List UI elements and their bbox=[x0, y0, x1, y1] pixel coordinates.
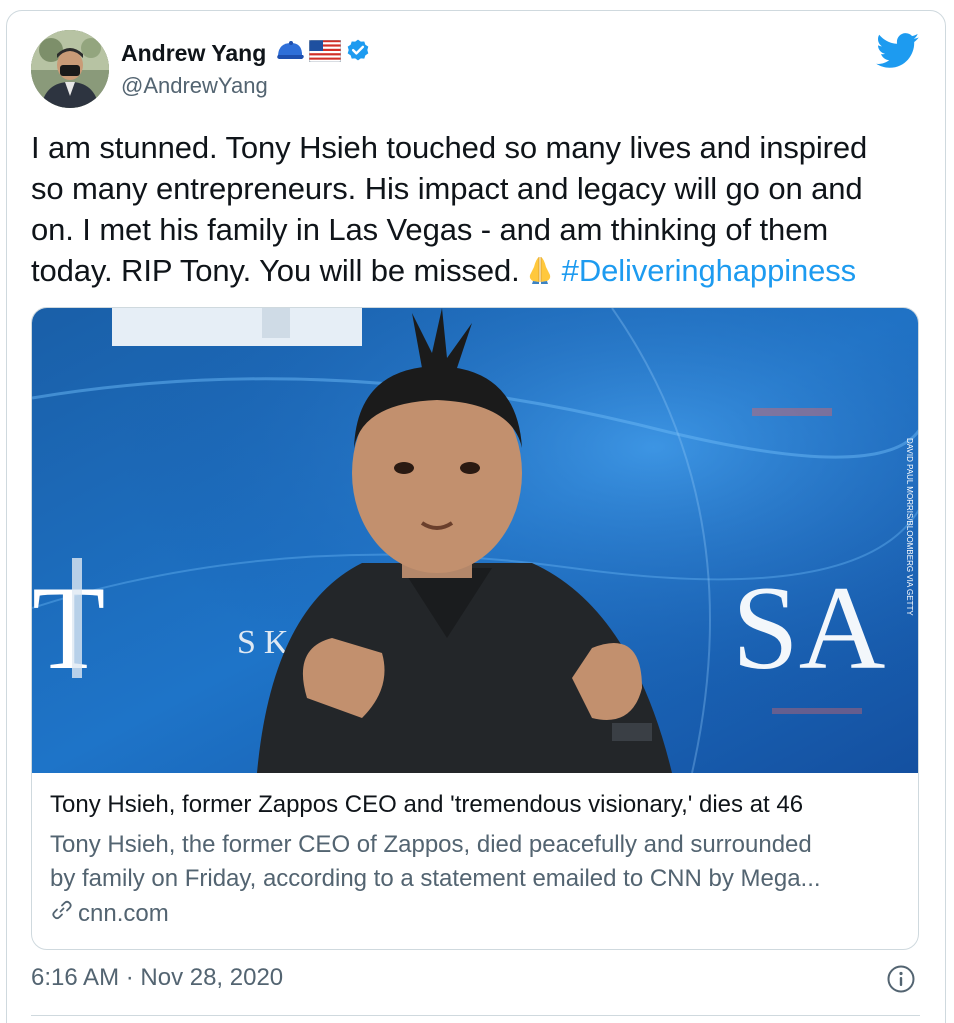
twitter-bird-icon[interactable] bbox=[876, 33, 920, 69]
tweet-text: I am stunned. Tony Hsieh touched so many… bbox=[31, 127, 931, 295]
tweet-text-line: on. I met his family in Las Vegas - and … bbox=[31, 212, 829, 247]
svg-text:DAVID PAUL MORRIS/BLOOMBERG VI: DAVID PAUL MORRIS/BLOOMBERG VIA GETTY bbox=[905, 438, 914, 616]
link-description-line: Tony Hsieh, the former CEO of Zappos, di… bbox=[50, 831, 812, 858]
tweet-text-line-last: today. RIP Tony. You will be missed. #De… bbox=[31, 250, 931, 295]
tweet-timestamp[interactable]: 6:16 AM · Nov 28, 2020 bbox=[31, 964, 283, 992]
link-description-line: by family on Friday, according to a stat… bbox=[50, 865, 821, 892]
link-domain-row[interactable]: cnn.com bbox=[50, 898, 169, 929]
author-name[interactable]: Andrew Yang bbox=[121, 40, 266, 67]
link-preview-card[interactable]: T SK SA DAVID PAUL MORRIS/BLOOMBERG VIA … bbox=[31, 307, 919, 950]
svg-text:SA: SA bbox=[732, 561, 885, 694]
divider bbox=[31, 1015, 920, 1016]
link-domain[interactable]: cnn.com bbox=[78, 900, 169, 928]
verified-badge-icon bbox=[345, 38, 371, 69]
avatar[interactable] bbox=[31, 30, 109, 108]
link-title[interactable]: Tony Hsieh, former Zappos CEO and 'treme… bbox=[50, 791, 803, 819]
folded-hands-emoji bbox=[524, 253, 556, 295]
author-badges bbox=[275, 38, 371, 69]
svg-text:T: T bbox=[32, 561, 105, 694]
tweet-text-line: today. RIP Tony. You will be missed. bbox=[31, 253, 520, 288]
hashtag-link[interactable]: #Deliveringhappiness bbox=[562, 253, 857, 288]
tweet-text-line: so many entrepreneurs. His impact and le… bbox=[31, 171, 863, 206]
author-handle[interactable]: @AndrewYang bbox=[121, 73, 268, 99]
link-icon bbox=[50, 898, 74, 929]
link-preview-image[interactable]: T SK SA DAVID PAUL MORRIS/BLOOMBERG VIA … bbox=[32, 308, 918, 774]
info-icon[interactable] bbox=[886, 964, 916, 994]
tweet-text-line: I am stunned. Tony Hsieh touched so many… bbox=[31, 130, 868, 165]
blue-cap-emoji bbox=[275, 39, 305, 68]
link-description: Tony Hsieh, the former CEO of Zappos, di… bbox=[50, 828, 910, 896]
us-flag-emoji bbox=[308, 39, 342, 67]
